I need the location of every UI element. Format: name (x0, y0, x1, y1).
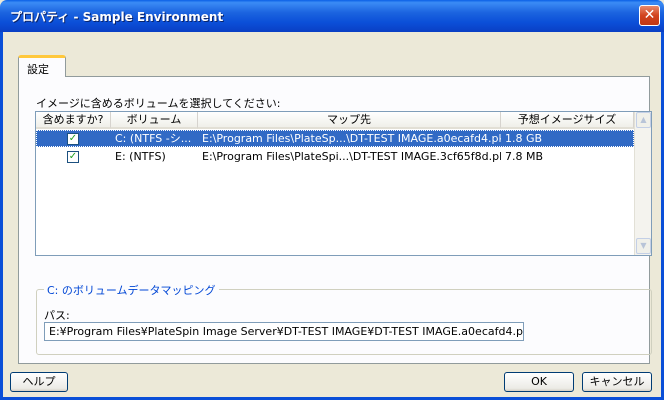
scroll-up-icon[interactable]: ▲ (636, 112, 651, 128)
ok-button[interactable]: OK (504, 372, 574, 392)
help-button[interactable]: ヘルプ (10, 372, 68, 392)
path-field[interactable]: E:¥Program Files¥PlateSpin Image Server¥… (44, 322, 524, 341)
map-to-cell: E:\Program Files\PlateSp...\DT-TEST IMAG… (202, 132, 501, 145)
volume-cell: E: (NTFS) (115, 150, 166, 163)
volume-list[interactable]: 含めますか? ボリューム マップ先 予想イメージサイズ ✓ C: (NTFS -… (35, 111, 652, 256)
map-to-cell: E:\Program Files\PlateSpi...\DT-TEST IMA… (202, 150, 501, 163)
list-header: 含めますか? ボリューム マップ先 予想イメージサイズ (36, 112, 651, 129)
window-title: プロパティ - Sample Environment (10, 10, 224, 24)
include-checkbox[interactable]: ✓ (67, 151, 79, 163)
path-label: パス: (44, 309, 70, 322)
tab-settings[interactable]: 設定 (18, 55, 66, 77)
scroll-down-icon[interactable]: ▼ (636, 238, 651, 254)
close-icon[interactable]: ✕ (639, 5, 660, 26)
table-row[interactable]: ✓ C: (NTFS -シ... E:\Program Files\PlateS… (36, 130, 634, 147)
column-header-include[interactable]: 含めますか? (36, 112, 111, 129)
column-header-size[interactable]: 予想イメージサイズ (501, 112, 634, 129)
column-header-volume[interactable]: ボリューム (111, 112, 198, 129)
title-bar[interactable]: プロパティ - Sample Environment ✕ (0, 0, 664, 32)
volume-cell: C: (NTFS -シ... (115, 132, 192, 145)
table-row[interactable]: ✓ E: (NTFS) E:\Program Files\PlateSpi...… (36, 148, 634, 165)
size-cell: 7.8 MB (505, 150, 544, 163)
size-cell: 1.8 GB (505, 132, 543, 145)
column-header-map-to[interactable]: マップ先 (198, 112, 501, 129)
include-checkbox[interactable]: ✓ (67, 133, 79, 145)
cancel-button[interactable]: キャンセル (582, 372, 652, 392)
mapping-group-title: C: のボリュームデータマッピング (44, 282, 219, 298)
vertical-scrollbar[interactable]: ▲ ▼ (634, 112, 651, 255)
instruction-label: イメージに含めるボリュームを選択してください: (36, 97, 281, 110)
